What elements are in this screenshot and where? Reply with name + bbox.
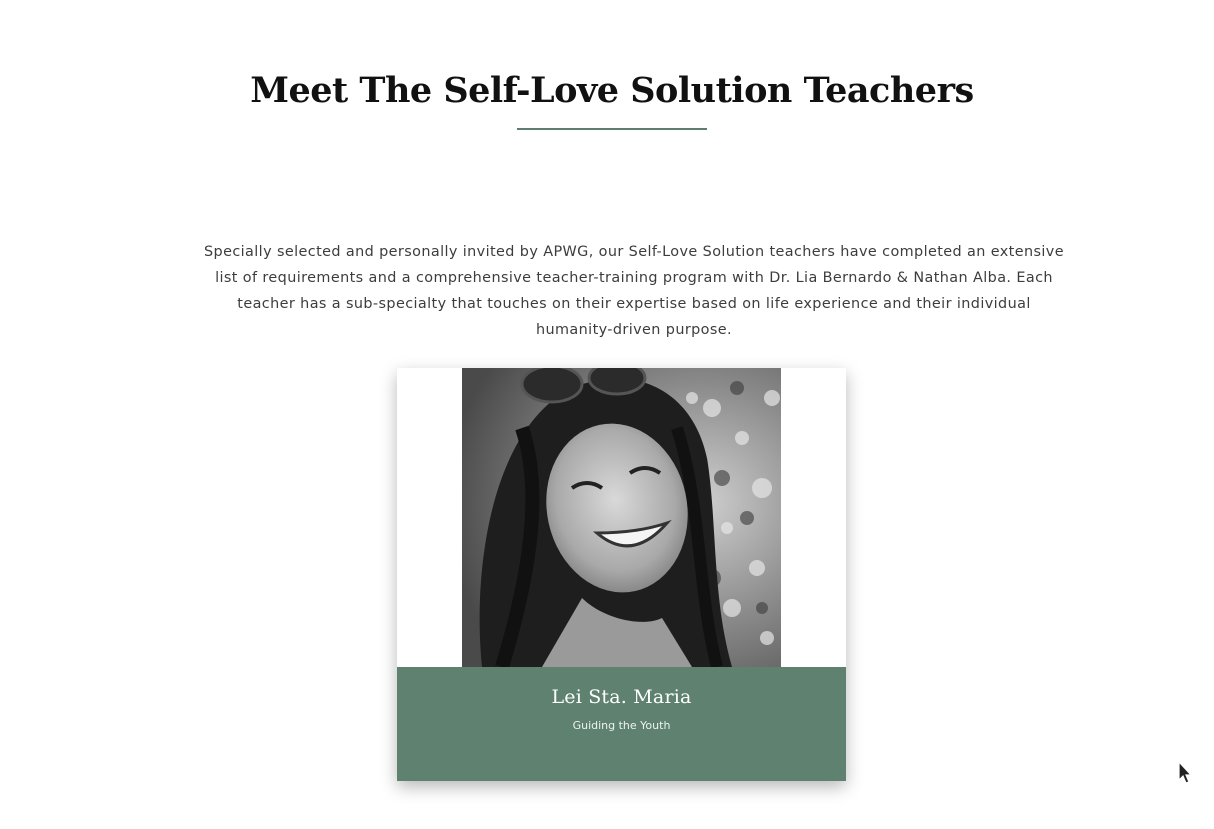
mouse-pointer-icon (1177, 760, 1193, 784)
teacher-card-footer: Lei Sta. Maria Guiding the Youth (397, 667, 846, 781)
teacher-specialty: Guiding the Youth (572, 719, 671, 732)
section-title: Meet The Self-Love Solution Teachers (250, 70, 974, 111)
teacher-card[interactable]: Lei Sta. Maria Guiding the Youth (397, 368, 846, 781)
title-underline (517, 128, 707, 130)
intro-paragraph: Specially selected and personally invite… (204, 244, 1064, 338)
teacher-name[interactable]: Lei Sta. Maria (397, 686, 846, 708)
teacher-photo (462, 368, 781, 667)
